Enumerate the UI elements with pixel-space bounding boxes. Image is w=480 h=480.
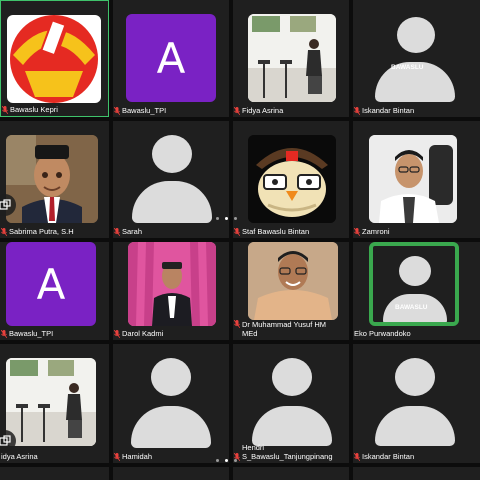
participant-name: Bawaslu Kepri: [2, 105, 58, 114]
participant-name: Bawaslu_TPI: [114, 106, 166, 115]
placeholder-body: [132, 181, 212, 223]
participant-tile-partial[interactable]: [113, 467, 229, 480]
mic-muted-icon: [234, 106, 240, 115]
avatar-letter: A: [156, 33, 186, 83]
participant-name: Dr Muhammad Yusuf HM MEd: [234, 320, 326, 338]
participant-tile-eko-purwandoko[interactable]: BAWASLU Eko Purwandoko: [353, 242, 480, 340]
split-view-icon: [0, 435, 11, 446]
bawaslu-tag: BAWASLU: [395, 304, 428, 311]
letter-avatar: A: [126, 14, 216, 102]
split-view-icon: [0, 199, 11, 210]
participant-tile-bawaslu-kepri[interactable]: Bawaslu Kepri: [0, 0, 109, 117]
participant-tile-fidya-asrina-2[interactable]: idya Asrina: [0, 344, 109, 463]
placeholder-head: [151, 358, 191, 396]
participant-name: Hamidah: [114, 452, 152, 461]
participant-tile-bawaslu-tpi-2[interactable]: A Bawaslu_TPI: [0, 242, 109, 340]
participant-tile-staf-bawaslu-bintan[interactable]: Staf Bawaslu Bintan: [233, 121, 349, 238]
participant-tile-fidya-asrina[interactable]: Fidya Asrina: [233, 0, 349, 117]
participant-tile-hamidah[interactable]: Hamidah: [113, 344, 229, 463]
mic-muted-icon: [234, 320, 240, 328]
participant-tile-muhammad-yusuf[interactable]: Dr Muhammad Yusuf HM MEd: [233, 242, 349, 340]
letter-avatar: A: [6, 242, 96, 326]
participant-tile-partial[interactable]: [233, 467, 349, 480]
cartoon-photo-avatar: [6, 135, 98, 223]
mic-muted-icon: [114, 106, 120, 115]
bawaslu-logo-avatar: [7, 15, 101, 103]
placeholder-head: [397, 17, 435, 53]
participant-tile-partial[interactable]: [0, 467, 109, 480]
bawaslu-tag: BAWASLU: [391, 64, 424, 71]
photo-avatar: [248, 14, 336, 102]
participant-name: idya Asrina: [1, 452, 38, 461]
side-panel-toggle[interactable]: [0, 430, 16, 452]
placeholder-head: [395, 358, 435, 396]
owl-mascot-avatar: [248, 135, 336, 223]
participant-name: Staf Bawaslu Bintan: [234, 227, 309, 236]
participant-tile-sabrima-putra[interactable]: Sabrima Putra, S.H: [0, 121, 109, 238]
participant-name: Zamroni: [354, 227, 390, 236]
photo-avatar: [128, 242, 216, 326]
mic-muted-icon: [114, 227, 120, 236]
participant-tile-sarah[interactable]: Sarah: [113, 121, 229, 238]
mic-muted-icon: [354, 106, 360, 115]
mic-muted-icon: [114, 329, 120, 338]
mic-muted-icon: [234, 227, 240, 236]
participant-name: Hendri S_Bawaslu_Tanjungpinang: [234, 443, 333, 461]
mic-muted-icon: [354, 452, 360, 461]
participant-name: Sabrima Putra, S.H: [1, 227, 74, 236]
placeholder-head: [272, 358, 312, 396]
photo-avatar: [248, 242, 338, 320]
participant-name: Iskandar Bintan: [354, 106, 414, 115]
participant-name: Sarah: [114, 227, 142, 236]
placeholder-head: [399, 256, 431, 286]
placeholder-avatar: BAWASLU: [369, 242, 459, 326]
page-dot[interactable]: [216, 217, 219, 220]
participant-tile-bawaslu-tpi[interactable]: A Bawaslu_TPI: [113, 0, 229, 117]
avatar-letter: A: [36, 259, 66, 309]
mic-muted-icon: [1, 329, 7, 338]
mic-muted-icon: [354, 227, 360, 236]
page-dot-active[interactable]: [225, 217, 228, 220]
participant-name: Bawaslu_TPI: [1, 329, 53, 338]
mic-muted-icon: [1, 227, 7, 236]
page-dot[interactable]: [234, 217, 237, 220]
placeholder-body: [252, 406, 332, 446]
participant-name: Iskandar Bintan: [354, 452, 414, 461]
participant-name: Eko Purwandoko: [354, 329, 411, 338]
placeholder-head: [152, 135, 192, 173]
placeholder-body: [131, 406, 211, 448]
page-dot-active[interactable]: [225, 459, 228, 462]
participant-name: Fidya Asrina: [234, 106, 283, 115]
participant-tile-darol-kadmi[interactable]: Darol Kadmi: [113, 242, 229, 340]
participant-name: Darol Kadmi: [114, 329, 163, 338]
mic-muted-icon: [2, 105, 8, 114]
page-indicator[interactable]: [216, 459, 237, 462]
participant-tile-iskandar-bintan-2[interactable]: Iskandar Bintan: [353, 344, 480, 463]
photo-avatar: [369, 135, 457, 223]
mic-muted-icon: [114, 452, 120, 461]
placeholder-body: [375, 406, 455, 446]
participant-tile-zamroni[interactable]: Zamroni: [353, 121, 480, 238]
page-dot[interactable]: [234, 459, 237, 462]
participant-tile-iskandar-bintan[interactable]: BAWASLU Iskandar Bintan: [353, 0, 480, 117]
page-indicator[interactable]: [216, 217, 237, 220]
participant-tile-hendri[interactable]: Hendri S_Bawaslu_Tanjungpinang: [233, 344, 349, 463]
photo-avatar: [6, 358, 96, 446]
page-dot[interactable]: [216, 459, 219, 462]
participant-tile-partial[interactable]: [353, 467, 480, 480]
